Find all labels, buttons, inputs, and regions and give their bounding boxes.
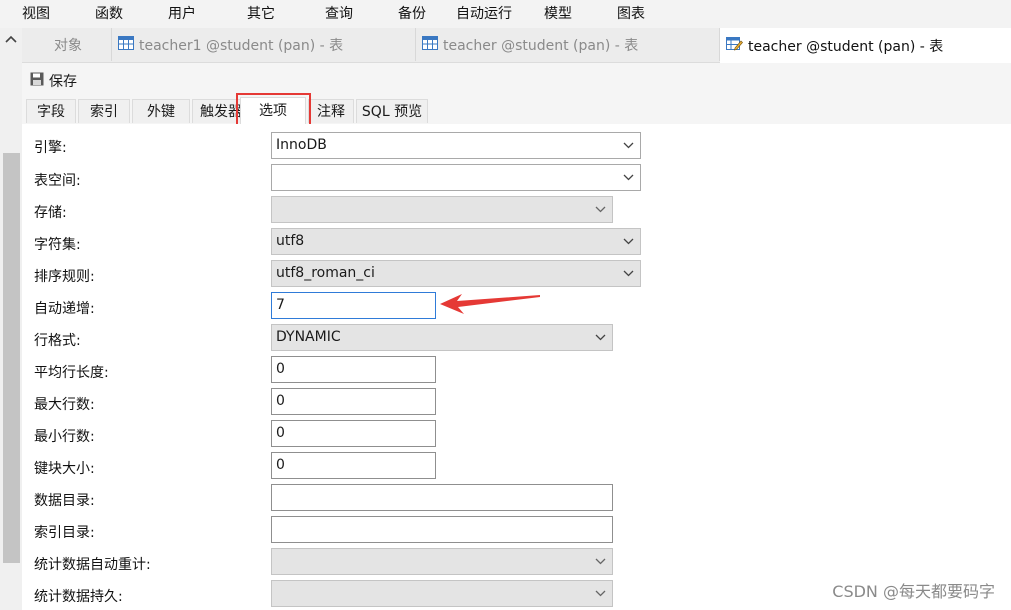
menu-item-query[interactable]: 查询 <box>325 5 353 23</box>
engine-select[interactable]: InnoDB <box>271 132 641 159</box>
auto-increment-value: 7 <box>276 297 285 313</box>
storage-select[interactable] <box>271 196 613 223</box>
document-tab-strip: 对象 teacher1 @student (pan) - 表 teacher @… <box>22 28 1011 63</box>
data-directory-input[interactable] <box>271 484 613 511</box>
tab-label: teacher @student (pan) - 表 <box>443 37 639 54</box>
chevron-down-icon <box>595 325 606 350</box>
tab-label: teacher @student (pan) - 表 <box>748 38 944 55</box>
chevron-down-icon <box>623 133 634 158</box>
stats-auto-recalc-label: 统计数据自动重计: <box>34 557 151 573</box>
engine-value: InnoDB <box>276 137 327 153</box>
engine-label: 引擎: <box>34 140 67 156</box>
menu-item-users[interactable]: 用户 <box>168 5 196 23</box>
menu-item-chart[interactable]: 图表 <box>617 5 645 23</box>
data-directory-label: 数据目录: <box>34 493 95 509</box>
tablespace-label: 表空间: <box>34 173 81 189</box>
chevron-up-icon[interactable] <box>0 28 22 50</box>
save-button-label: 保存 <box>49 74 77 90</box>
tab-teacher-table[interactable]: teacher @student (pan) - 表 <box>416 28 720 61</box>
save-icon <box>30 72 44 90</box>
tab-teacher1-table[interactable]: teacher1 @student (pan) - 表 <box>112 28 416 61</box>
stats-auto-recalc-select[interactable] <box>271 548 613 575</box>
tab-teacher-table-design[interactable]: teacher @student (pan) - 表 <box>720 28 1011 63</box>
tab-sql-preview[interactable]: SQL 预览 <box>356 99 428 123</box>
stats-persistent-label: 统计数据持久: <box>34 589 123 605</box>
min-rows-value: 0 <box>276 425 285 441</box>
storage-label: 存储: <box>34 205 67 221</box>
tab-objects[interactable]: 对象 <box>22 28 112 61</box>
stats-persistent-select[interactable] <box>271 580 613 607</box>
auto-increment-input[interactable]: 7 <box>271 292 436 319</box>
menu-bar: 视图 函数 用户 其它 查询 备份 自动运行 模型 图表 <box>0 0 1011 29</box>
tab-comments[interactable]: 注释 <box>308 99 354 123</box>
charset-label: 字符集: <box>34 237 81 253</box>
min-rows-label: 最小行数: <box>34 429 95 445</box>
annotation-arrow-icon <box>438 292 542 322</box>
menu-item-automation[interactable]: 自动运行 <box>456 5 512 23</box>
tablespace-select[interactable] <box>271 164 641 191</box>
toolbar: 保存 <box>22 63 1011 97</box>
table-icon <box>422 35 438 54</box>
index-directory-label: 索引目录: <box>34 525 95 541</box>
menu-item-view[interactable]: 视图 <box>22 5 50 23</box>
row-format-value: DYNAMIC <box>276 329 341 345</box>
tab-label: teacher1 @student (pan) - 表 <box>139 37 344 54</box>
collation-value: utf8_roman_ci <box>276 265 375 281</box>
index-directory-input[interactable] <box>271 516 613 543</box>
options-form: 引擎: InnoDB 表空间: 存储: 字符集: utf8 排序规则: utf8… <box>22 124 1011 610</box>
tab-foreign-keys[interactable]: 外键 <box>132 99 190 123</box>
table-edit-icon <box>726 36 743 55</box>
max-rows-input[interactable]: 0 <box>271 388 436 415</box>
save-button[interactable]: 保存 <box>30 71 77 91</box>
chevron-down-icon <box>623 165 634 190</box>
charset-select[interactable]: utf8 <box>271 228 641 255</box>
menu-item-backup[interactable]: 备份 <box>398 5 426 23</box>
max-rows-label: 最大行数: <box>34 397 95 413</box>
chevron-down-icon <box>595 197 606 222</box>
key-block-size-value: 0 <box>276 457 285 473</box>
collation-select[interactable]: utf8_roman_ci <box>271 260 641 287</box>
watermark: CSDN @每天都要码字 <box>832 582 995 601</box>
key-block-size-input[interactable]: 0 <box>271 452 436 479</box>
auto-increment-label: 自动递增: <box>34 301 95 317</box>
avg-row-length-value: 0 <box>276 361 285 377</box>
avg-row-length-input[interactable]: 0 <box>271 356 436 383</box>
menu-item-others[interactable]: 其它 <box>247 5 275 23</box>
avg-row-length-label: 平均行长度: <box>34 365 109 381</box>
property-tabs: 字段 索引 外键 触发器 选项 注释 SQL 预览 <box>22 97 1011 125</box>
table-icon <box>118 35 134 54</box>
menu-item-model[interactable]: 模型 <box>544 5 572 23</box>
max-rows-value: 0 <box>276 393 285 409</box>
chevron-down-icon <box>623 261 634 286</box>
tab-fields[interactable]: 字段 <box>26 99 76 123</box>
chevron-down-icon <box>595 581 606 606</box>
row-format-label: 行格式: <box>34 333 81 349</box>
tab-label: 对象 <box>54 37 82 54</box>
tab-options[interactable]: 选项 <box>240 97 306 124</box>
vertical-scrollbar[interactable] <box>0 28 22 610</box>
row-format-select[interactable]: DYNAMIC <box>271 324 613 351</box>
scrollbar-thumb[interactable] <box>3 153 20 563</box>
min-rows-input[interactable]: 0 <box>271 420 436 447</box>
chevron-down-icon <box>595 549 606 574</box>
menu-item-functions[interactable]: 函数 <box>95 5 123 23</box>
collation-label: 排序规则: <box>34 269 95 285</box>
tab-indexes[interactable]: 索引 <box>78 99 130 123</box>
key-block-size-label: 键块大小: <box>34 461 95 477</box>
chevron-down-icon <box>623 229 634 254</box>
charset-value: utf8 <box>276 233 305 249</box>
